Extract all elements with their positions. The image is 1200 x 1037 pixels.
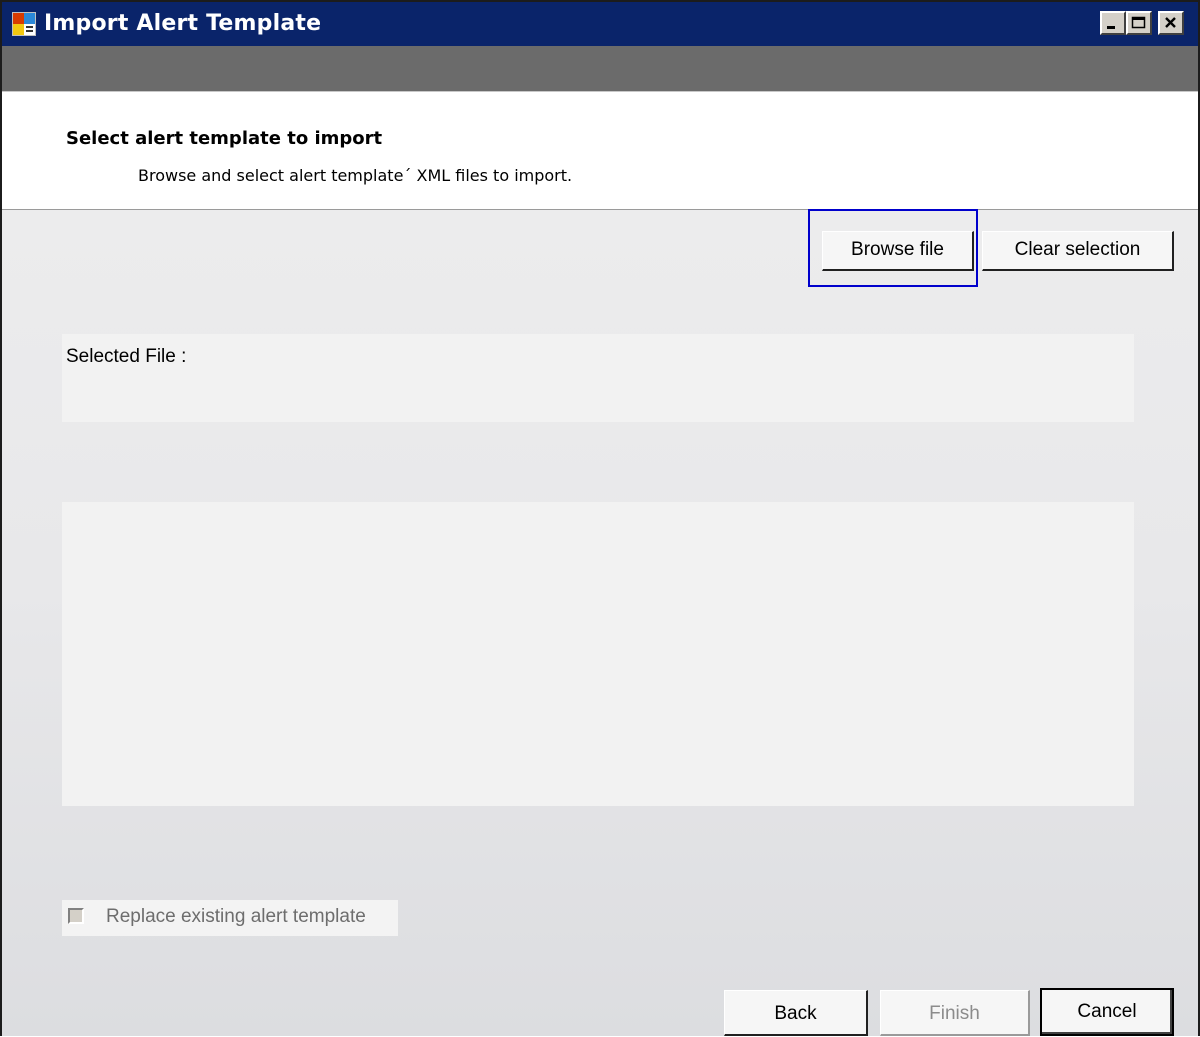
app-icon: [12, 12, 36, 36]
cancel-label: Cancel: [1077, 1001, 1137, 1022]
clear-selection-button[interactable]: Clear selection: [982, 231, 1174, 271]
close-button[interactable]: [1158, 11, 1184, 35]
replace-existing-label: Replace existing alert template: [106, 906, 366, 927]
minimize-button[interactable]: [1100, 11, 1126, 35]
window-title: Import Alert Template: [44, 11, 322, 36]
replace-existing-checkbox-row: Replace existing alert template: [62, 900, 398, 936]
finish-button[interactable]: Finish: [880, 990, 1030, 1036]
selected-file-panel: Selected File :: [62, 334, 1134, 422]
replace-existing-checkbox[interactable]: [68, 908, 84, 924]
title-bar[interactable]: Import Alert Template: [2, 2, 1198, 46]
maximize-button[interactable]: [1126, 11, 1152, 35]
close-icon: [1165, 17, 1176, 28]
page-description: Browse and select alert template´ XML fi…: [138, 166, 573, 185]
browse-file-button[interactable]: Browse file: [822, 231, 974, 271]
cancel-button[interactable]: Cancel: [1040, 988, 1174, 1036]
page-title: Select alert template to import: [66, 128, 383, 149]
selected-file-label: Selected File :: [66, 346, 187, 367]
maximize-icon: [1131, 16, 1146, 29]
wizard-header: Select alert template to import Browse a…: [2, 92, 1198, 210]
banner-strip: [2, 46, 1198, 91]
template-list-panel[interactable]: [62, 502, 1134, 806]
clear-selection-label: Clear selection: [1014, 239, 1141, 260]
back-button[interactable]: Back: [724, 990, 868, 1036]
finish-label: Finish: [929, 1003, 980, 1024]
browse-file-label: Browse file: [851, 239, 944, 260]
back-label: Back: [774, 1003, 817, 1024]
minimize-icon: [1107, 26, 1115, 29]
import-alert-template-window: Import Alert Template Select alert templ…: [0, 0, 1200, 1036]
